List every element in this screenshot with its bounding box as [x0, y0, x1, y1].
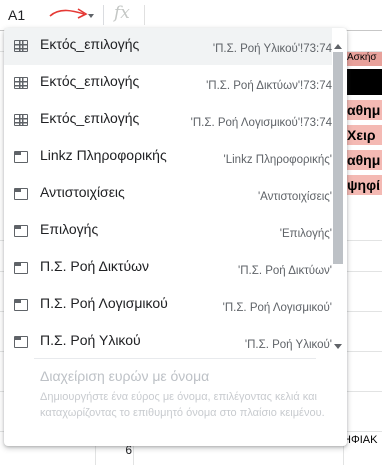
- named-range-name: Π.Σ. Ροή Δικτύων: [40, 258, 150, 274]
- manage-named-ranges-link[interactable]: Διαχείριση ευρών με όνομα: [40, 368, 209, 384]
- sheet-tab-icon: [14, 299, 28, 311]
- named-range-name: Επιλογής: [40, 221, 99, 237]
- named-range-item[interactable]: Εκτός_επιλογής 'Π.Σ. Ροή Δικτύων'!73:74: [4, 65, 332, 102]
- named-range-name: Αντιστοιχίσεις: [40, 184, 125, 200]
- named-ranges-help-text: Δημιουργήστε ένα εύρος με όνομα, επιλέγο…: [40, 391, 325, 419]
- named-range-ref: 'Αντιστοιχίσεις': [257, 191, 332, 203]
- scrollbar-thumb[interactable]: [333, 52, 343, 264]
- named-range-name: Εκτός_επιλογής: [40, 73, 140, 89]
- named-ranges-dropdown: Εκτός_επιλογής 'Π.Σ. Ροή Υλικού'!73:74 Ε…: [4, 28, 347, 446]
- named-ranges-list: Εκτός_επιλογής 'Π.Σ. Ροή Υλικού'!73:74 Ε…: [4, 28, 347, 358]
- fx-icon: fx: [114, 3, 130, 23]
- annotation-arrow-icon: [49, 8, 88, 19]
- named-range-name: Linkz Πληροφορικής: [40, 147, 167, 163]
- scroll-up-arrow-icon[interactable]: [334, 44, 342, 49]
- named-range-ref: 'Π.Σ. Ροή Δικτύων': [238, 265, 332, 277]
- named-range-ref: 'Π.Σ. Ροή Δικτύων'!73:74: [206, 80, 332, 92]
- pink-cell[interactable]: Χειρ: [345, 125, 382, 145]
- named-range-item[interactable]: Αντιστοιχίσεις 'Αντιστοιχίσεις': [4, 176, 332, 213]
- named-range-ref: 'Π.Σ. Ροή Λογισμικού': [222, 302, 332, 314]
- name-box-value: A1: [8, 7, 26, 23]
- named-range-name: Εκτός_επιλογής: [40, 36, 140, 52]
- named-range-item[interactable]: Εκτός_επιλογής 'Π.Σ. Ροή Λογισμικού'!73:…: [4, 102, 332, 139]
- pink-cell[interactable]: ψηφί: [345, 175, 382, 195]
- sheet-cell[interactable]: ΗΦΙΑΚ: [343, 434, 377, 446]
- named-range-item[interactable]: Π.Σ. Ροή Λογισμικού 'Π.Σ. Ροή Λογισμικού…: [4, 287, 332, 324]
- sheet-tab-icon: [14, 188, 28, 200]
- formula-bar: A1 fx: [0, 0, 382, 31]
- named-range-ref: 'Linkz Πληροφορικής': [223, 154, 332, 166]
- pink-cell[interactable]: αθημ: [345, 100, 382, 120]
- table-icon: [14, 77, 28, 89]
- divider: [34, 358, 316, 359]
- named-range-name: Π.Σ. Ροή Υλικού: [40, 332, 141, 348]
- named-range-item[interactable]: Π.Σ. Ροή Υλικού 'Π.Σ. Ροή Υλικού': [4, 324, 332, 361]
- sheet-tab-icon: [14, 336, 28, 348]
- table-icon: [14, 114, 28, 126]
- named-range-ref: 'Π.Σ. Ροή Υλικού': [244, 339, 332, 351]
- named-range-item[interactable]: Linkz Πληροφορικής 'Linkz Πληροφορικής': [4, 139, 332, 176]
- sheet-tab-icon: [14, 225, 28, 237]
- named-range-name: Εκτός_επιλογής: [40, 110, 140, 126]
- scroll-down-arrow-icon[interactable]: [334, 344, 342, 349]
- pink-cell[interactable]: αθημ: [345, 150, 382, 170]
- named-range-item[interactable]: Π.Σ. Ροή Δικτύων 'Π.Σ. Ροή Δικτύων': [4, 250, 332, 287]
- sheet-tab-icon: [14, 151, 28, 163]
- named-range-ref: 'Επιλογής': [279, 228, 332, 240]
- named-range-item[interactable]: Εκτός_επιλογής 'Π.Σ. Ροή Υλικού'!73:74: [4, 28, 332, 65]
- named-range-ref: 'Π.Σ. Ροή Λογισμικού'!73:74: [190, 117, 332, 129]
- header-cell[interactable]: Ασκήσ: [345, 52, 382, 66]
- divider: [103, 5, 104, 25]
- named-range-item[interactable]: Επιλογής 'Επιλογής': [4, 213, 332, 250]
- named-range-ref: 'Π.Σ. Ροή Υλικού'!73:74: [212, 43, 332, 55]
- table-icon: [14, 40, 28, 52]
- named-range-name: Π.Σ. Ροή Λογισμικού: [40, 295, 168, 311]
- sheet-tab-icon: [14, 262, 28, 274]
- divider: [144, 5, 145, 25]
- black-cell[interactable]: [345, 69, 382, 95]
